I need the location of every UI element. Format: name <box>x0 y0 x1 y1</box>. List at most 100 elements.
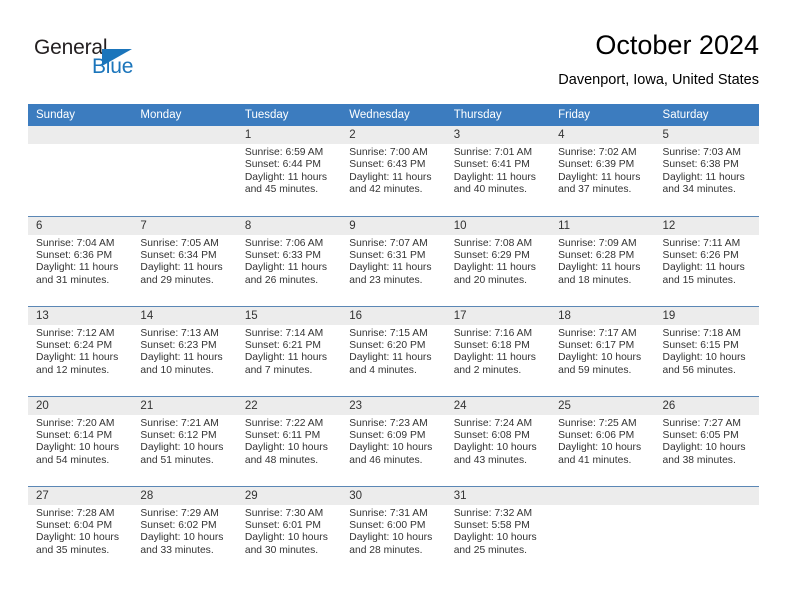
sunset-time: Sunset: 6:36 PM <box>36 249 113 261</box>
day-details: Sunrise: 7:06 AM Sunset: 6:33 PM Daylight:… <box>237 235 341 288</box>
calendar-day-cell[interactable]: 24 Sunrise: 7:24 AM Sunset: 6:08 PM Dayligh… <box>445 395 551 486</box>
calendar-day-cell[interactable]: 12 Sunrise: 7:11 AM Sunset: 6:26 PM Dayligh… <box>654 215 759 306</box>
daylight-duration-line1: Daylight: 10 hours <box>453 532 537 544</box>
sunrise-time: Sunrise: 7:11 AM <box>662 237 741 249</box>
calendar-day-cell[interactable]: 31 Sunrise: 7:32 AM Sunset: 5:58 PM Dayligh… <box>445 485 551 576</box>
sunset-time: Sunset: 5:58 PM <box>453 519 530 531</box>
calendar-day-cell[interactable]: 18 Sunrise: 7:17 AM Sunset: 6:17 PM Dayligh… <box>550 305 655 396</box>
calendar-day-cell[interactable]: 1 Sunrise: 6:59 AM Sunset: 6:44 PM Daylight… <box>236 126 342 216</box>
daylight-duration-line1: Daylight: 10 hours <box>244 442 328 454</box>
sunrise-time: Sunrise: 7:17 AM <box>558 327 637 339</box>
calendar-day-cell[interactable]: 25 Sunrise: 7:25 AM Sunset: 6:06 PM Dayligh… <box>550 395 655 486</box>
sunrise-time: Sunrise: 7:16 AM <box>453 327 533 339</box>
sunrise-time: Sunrise: 7:28 AM <box>36 507 115 519</box>
daylight-duration-line2: and 54 minutes. <box>36 454 110 466</box>
sunrise-time: Sunrise: 7:12 AM <box>36 327 115 339</box>
calendar-day-cell[interactable]: 6 Sunrise: 7:04 AM Sunset: 6:36 PM Daylight… <box>28 215 133 306</box>
calendar-day-cell[interactable]: 15 Sunrise: 7:14 AM Sunset: 6:21 PM Dayligh… <box>236 305 342 396</box>
day-details: Sunrise: 7:30 AM Sunset: 6:01 PM Daylight:… <box>237 505 341 558</box>
day-details: Sunrise: 7:24 AM Sunset: 6:08 PM Daylight:… <box>446 415 550 468</box>
sunset-time: Sunset: 6:43 PM <box>349 159 426 171</box>
day-details: Sunrise: 7:11 AM Sunset: 6:26 PM Daylight:… <box>655 235 759 288</box>
day-number: 10 <box>445 216 551 235</box>
calendar-day-cell[interactable]: 3 Sunrise: 7:01 AM Sunset: 6:41 PM Daylight… <box>445 126 551 216</box>
calendar-day-cell[interactable]: 11 Sunrise: 7:09 AM Sunset: 6:28 PM Dayligh… <box>550 215 655 306</box>
sunset-time: Sunset: 6:38 PM <box>662 159 739 171</box>
sunrise-time: Sunrise: 7:14 AM <box>244 327 324 339</box>
sunset-time: Sunset: 6:23 PM <box>140 339 217 351</box>
calendar-day-cell-empty <box>28 126 133 216</box>
sunset-time: Sunset: 6:33 PM <box>244 249 321 261</box>
day-number: 31 <box>445 486 551 505</box>
sunrise-time: Sunrise: 7:05 AM <box>140 237 219 249</box>
calendar-day-cell[interactable]: 9 Sunrise: 7:07 AM Sunset: 6:31 PM Daylight… <box>341 215 446 306</box>
calendar-day-cell[interactable]: 23 Sunrise: 7:23 AM Sunset: 6:09 PM Dayligh… <box>341 395 446 486</box>
daylight-duration-line2: and 38 minutes. <box>662 454 736 466</box>
calendar-day-cell[interactable]: 10 Sunrise: 7:08 AM Sunset: 6:29 PM Dayligh… <box>445 215 551 306</box>
day-details: Sunrise: 7:02 AM Sunset: 6:39 PM Daylight:… <box>550 144 654 197</box>
day-number: 11 <box>550 216 655 235</box>
daylight-duration-line1: Daylight: 11 hours <box>36 262 119 274</box>
calendar-week-row: 6 Sunrise: 7:04 AM Sunset: 6:36 PM Daylight… <box>28 215 759 306</box>
day-details: Sunrise: 7:16 AM Sunset: 6:18 PM Daylight:… <box>446 325 550 378</box>
day-number: 16 <box>341 306 446 325</box>
day-details: Sunrise: 7:01 AM Sunset: 6:41 PM Daylight:… <box>446 144 550 197</box>
daylight-duration-line2: and 23 minutes. <box>349 274 423 286</box>
daylight-duration-line2: and 12 minutes. <box>36 364 110 376</box>
sunrise-time: Sunrise: 7:31 AM <box>349 507 428 519</box>
calendar-day-cell[interactable]: 30 Sunrise: 7:31 AM Sunset: 6:00 PM Dayligh… <box>341 485 446 576</box>
day-details: Sunrise: 7:29 AM Sunset: 6:02 PM Daylight:… <box>132 505 236 558</box>
sunset-time: Sunset: 6:04 PM <box>36 519 113 531</box>
calendar-day-cell[interactable]: 21 Sunrise: 7:21 AM Sunset: 6:12 PM Dayligh… <box>132 395 237 486</box>
weekday-header-monday: Monday <box>132 104 237 126</box>
sunrise-time: Sunrise: 7:30 AM <box>244 507 324 519</box>
calendar-day-cell[interactable]: 16 Sunrise: 7:15 AM Sunset: 6:20 PM Dayligh… <box>341 305 446 396</box>
calendar-day-cell[interactable]: 29 Sunrise: 7:30 AM Sunset: 6:01 PM Dayligh… <box>236 485 342 576</box>
daylight-duration-line1: Daylight: 11 hours <box>140 352 223 364</box>
calendar-day-cell[interactable]: 27 Sunrise: 7:28 AM Sunset: 6:04 PM Dayligh… <box>28 485 133 576</box>
calendar-day-cell[interactable]: 28 Sunrise: 7:29 AM Sunset: 6:02 PM Dayligh… <box>132 485 237 576</box>
daylight-duration-line1: Daylight: 10 hours <box>36 442 119 454</box>
calendar-week-row: 27 Sunrise: 7:28 AM Sunset: 6:04 PM Dayligh… <box>28 485 759 576</box>
calendar-day-cell[interactable]: 2 Sunrise: 7:00 AM Sunset: 6:43 PM Daylight… <box>341 126 446 216</box>
sunset-time: Sunset: 6:02 PM <box>140 519 217 531</box>
calendar-day-cell[interactable]: 22 Sunrise: 7:22 AM Sunset: 6:11 PM Dayligh… <box>236 395 342 486</box>
calendar-day-cell[interactable]: 5 Sunrise: 7:03 AM Sunset: 6:38 PM Daylight… <box>654 126 759 216</box>
general-blue-logo[interactable]: General Blue <box>34 36 204 84</box>
page-header: General Blue October 2024 Davenport, Iow… <box>28 28 759 100</box>
calendar-day-cell[interactable]: 7 Sunrise: 7:05 AM Sunset: 6:34 PM Daylight… <box>132 215 237 306</box>
daylight-duration-line2: and 35 minutes. <box>36 544 110 556</box>
day-number: 26 <box>654 396 759 415</box>
calendar-day-cell[interactable]: 26 Sunrise: 7:27 AM Sunset: 6:05 PM Dayligh… <box>654 395 759 486</box>
daylight-duration-line1: Daylight: 10 hours <box>558 442 642 454</box>
sunset-time: Sunset: 6:08 PM <box>453 429 530 441</box>
day-number <box>132 126 237 144</box>
daylight-duration-line1: Daylight: 10 hours <box>349 532 433 544</box>
daylight-duration-line2: and 46 minutes. <box>349 454 423 466</box>
daylight-duration-line1: Daylight: 10 hours <box>662 352 746 364</box>
calendar-day-cell[interactable]: 14 Sunrise: 7:13 AM Sunset: 6:23 PM Dayligh… <box>132 305 237 396</box>
sunset-time: Sunset: 6:20 PM <box>349 339 426 351</box>
day-details: Sunrise: 7:23 AM Sunset: 6:09 PM Daylight:… <box>341 415 445 468</box>
day-details: Sunrise: 7:22 AM Sunset: 6:11 PM Daylight:… <box>237 415 341 468</box>
daylight-duration-line1: Daylight: 11 hours <box>558 262 641 274</box>
day-number: 13 <box>28 306 133 325</box>
day-details: Sunrise: 7:05 AM Sunset: 6:34 PM Daylight:… <box>132 235 236 288</box>
day-number: 27 <box>28 486 133 505</box>
sunset-time: Sunset: 6:17 PM <box>558 339 635 351</box>
sunset-time: Sunset: 6:24 PM <box>36 339 113 351</box>
calendar-day-cell[interactable]: 19 Sunrise: 7:18 AM Sunset: 6:15 PM Dayligh… <box>654 305 759 396</box>
calendar-day-cell[interactable]: 20 Sunrise: 7:20 AM Sunset: 6:14 PM Dayligh… <box>28 395 133 486</box>
calendar-day-cell[interactable]: 4 Sunrise: 7:02 AM Sunset: 6:39 PM Daylight… <box>550 126 655 216</box>
calendar-week-row: 20 Sunrise: 7:20 AM Sunset: 6:14 PM Dayligh… <box>28 395 759 486</box>
daylight-duration-line1: Daylight: 10 hours <box>349 442 433 454</box>
calendar-day-cell[interactable]: 17 Sunrise: 7:16 AM Sunset: 6:18 PM Dayligh… <box>445 305 551 396</box>
calendar-day-cell[interactable]: 13 Sunrise: 7:12 AM Sunset: 6:24 PM Dayligh… <box>28 305 133 396</box>
day-details: Sunrise: 7:08 AM Sunset: 6:29 PM Daylight:… <box>446 235 550 288</box>
sunset-time: Sunset: 6:39 PM <box>558 159 635 171</box>
sunrise-time: Sunrise: 7:21 AM <box>140 417 219 429</box>
daylight-duration-line2: and 2 minutes. <box>453 364 522 376</box>
calendar-day-cell[interactable]: 8 Sunrise: 7:06 AM Sunset: 6:33 PM Daylight… <box>236 215 342 306</box>
daylight-duration-line1: Daylight: 11 hours <box>36 352 119 364</box>
sunset-time: Sunset: 6:09 PM <box>349 429 426 441</box>
